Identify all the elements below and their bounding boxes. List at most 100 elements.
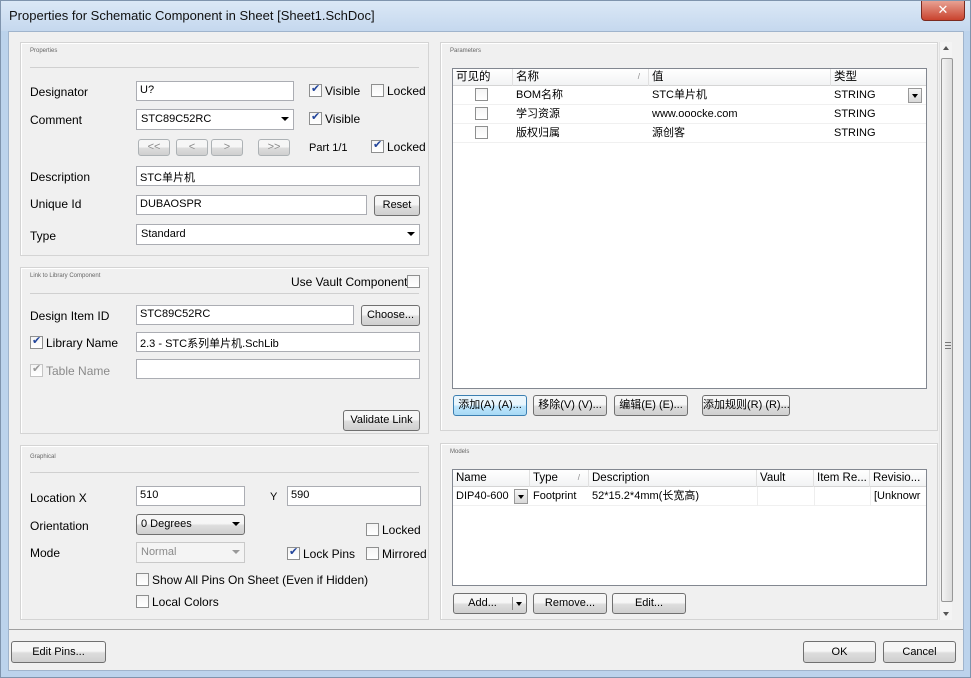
type-value: Standard — [141, 228, 186, 240]
models-grid[interactable]: Name Type / Description Vault Item Re... … — [452, 469, 927, 586]
lock-pins-checkbox[interactable] — [287, 545, 300, 560]
local-colors-checkbox[interactable] — [136, 595, 149, 608]
comment-visible-checkbox[interactable] — [309, 110, 322, 125]
use-vault-checkbox[interactable] — [407, 275, 420, 288]
dialog-window: Properties for Schematic Component in Sh… — [0, 0, 971, 678]
table-name-label: Table Name — [46, 364, 111, 378]
model-description: 52*15.2*4mm(长宽高) — [592, 490, 699, 502]
table-name-input[interactable] — [136, 359, 420, 379]
column-header-name[interactable]: Name — [453, 470, 530, 487]
row-visible-checkbox[interactable] — [475, 107, 488, 120]
sort-icon: / — [577, 473, 580, 482]
orientation-value: 0 Degrees — [141, 518, 192, 530]
table-row[interactable]: DIP40-600 Footprint 52*15.2*4mm(长宽高) [Un… — [453, 487, 926, 506]
vertical-scrollbar[interactable] — [939, 42, 953, 620]
add-parameter-button[interactable]: 添加(A) (A)... — [453, 395, 527, 416]
comment-value: STC89C52RC — [141, 113, 212, 125]
parameters-grid[interactable]: 可见的 名称 / 值 类型 BOM名称 STC单片机 STRING 学习资源 ww… — [452, 68, 927, 389]
part-locked-checkbox[interactable] — [371, 138, 384, 153]
location-x-input[interactable]: 510 — [136, 486, 245, 506]
scroll-down-icon[interactable] — [943, 612, 949, 616]
table-row[interactable]: BOM名称 STC单片机 STRING — [453, 86, 926, 105]
reset-button[interactable]: Reset — [374, 195, 420, 216]
designator-visible-checkbox[interactable] — [309, 82, 322, 97]
column-header-vault[interactable]: Vault — [757, 470, 814, 487]
orientation-label: Orientation — [30, 519, 89, 533]
ok-button[interactable]: OK — [803, 641, 876, 663]
close-button[interactable]: ✕ — [921, 1, 965, 21]
edit-pins-button[interactable]: Edit Pins... — [11, 641, 106, 663]
validate-link-button[interactable]: Validate Link — [343, 410, 420, 431]
first-part-button[interactable]: << — [138, 139, 170, 156]
column-header-item-revision[interactable]: Item Re... — [814, 470, 870, 487]
show-all-pins-checkbox[interactable] — [136, 573, 149, 586]
use-vault-label: Use Vault Component — [291, 275, 408, 289]
column-header-type[interactable]: Type / — [530, 470, 589, 487]
unique-id-label: Unique Id — [30, 197, 82, 211]
column-header-value[interactable]: 值 — [649, 69, 831, 86]
last-part-button[interactable]: >> — [258, 139, 290, 156]
column-header-description[interactable]: Description — [589, 470, 757, 487]
location-y-input[interactable]: 590 — [287, 486, 421, 506]
chevron-down-icon[interactable] — [516, 602, 522, 606]
comment-label: Comment — [30, 113, 83, 127]
column-header-revision[interactable]: Revisio... — [870, 470, 927, 487]
parameters-section-title: Parameters — [450, 48, 482, 54]
scrollbar-thumb[interactable] — [941, 58, 953, 602]
title-bar[interactable]: Properties for Schematic Component in Sh… — [1, 1, 970, 31]
table-row[interactable]: 学习资源 www.ooocke.com STRING — [453, 105, 926, 124]
remove-model-button[interactable]: Remove... — [533, 593, 607, 614]
add-model-button[interactable]: Add... — [453, 593, 527, 614]
library-name-input[interactable]: 2.3 - STC系列单片机.SchLib — [136, 332, 420, 352]
column-header-visible[interactable]: 可见的 — [453, 69, 513, 86]
edit-model-button[interactable]: Edit... — [612, 593, 686, 614]
next-part-button[interactable]: > — [211, 139, 243, 156]
column-header-name[interactable]: 名称 / — [513, 69, 649, 86]
add-model-label: Add... — [468, 597, 497, 609]
graphical-section-title: Graphical — [30, 454, 56, 460]
param-type: STRING — [834, 127, 876, 139]
comment-dropdown[interactable]: STC89C52RC — [136, 109, 294, 130]
param-value: www.ooocke.com — [652, 108, 738, 120]
chevron-down-icon — [912, 94, 918, 98]
locked-checkbox[interactable] — [366, 523, 379, 536]
designator-label: Designator — [30, 85, 89, 99]
column-header-type[interactable]: 类型 — [831, 69, 926, 86]
param-value: 源创客 — [652, 127, 685, 139]
design-item-id-input[interactable]: STC89C52RC — [136, 305, 354, 325]
table-name-checkbox[interactable] — [30, 362, 43, 377]
properties-panel: Properties Designator U? Visible Locked … — [20, 42, 429, 256]
divider — [30, 67, 419, 68]
chevron-down-icon — [232, 550, 240, 554]
mirrored-label: Mirrored — [382, 547, 427, 561]
row-visible-checkbox[interactable] — [475, 126, 488, 139]
edit-parameter-button[interactable]: 编辑(E) (E)... — [614, 395, 688, 416]
split-divider — [512, 597, 513, 610]
chevron-down-icon — [518, 495, 524, 499]
grip-icon — [945, 342, 951, 349]
remove-parameter-button[interactable]: 移除(V) (V)... — [533, 395, 607, 416]
add-rule-button[interactable]: 添加规则(R) (R)... — [702, 395, 790, 416]
part-indicator: Part 1/1 — [309, 142, 348, 154]
cancel-button[interactable]: Cancel — [883, 641, 956, 663]
type-dropdown[interactable]: Standard — [136, 224, 420, 245]
library-name-checkbox[interactable] — [30, 334, 43, 349]
scroll-up-icon[interactable] — [943, 46, 949, 50]
model-name-dropdown-button[interactable] — [514, 489, 528, 504]
location-y-label: Y — [270, 491, 278, 503]
unique-id-input[interactable]: DUBAOSPR — [136, 195, 367, 215]
table-row[interactable]: 版权归属 源创客 STRING — [453, 124, 926, 143]
part-locked-label: Locked — [387, 140, 426, 154]
mirrored-checkbox[interactable] — [366, 547, 379, 560]
type-dropdown-button[interactable] — [908, 88, 922, 103]
local-colors-label: Local Colors — [152, 595, 219, 609]
description-input[interactable]: STC单片机 — [136, 166, 420, 186]
choose-button[interactable]: Choose... — [361, 305, 420, 326]
mode-dropdown[interactable]: Normal — [136, 542, 245, 563]
row-visible-checkbox[interactable] — [475, 88, 488, 101]
previous-part-button[interactable]: < — [176, 139, 208, 156]
designator-input[interactable]: U? — [136, 81, 294, 101]
properties-section-title: Properties — [30, 48, 58, 54]
designator-locked-checkbox[interactable] — [371, 84, 384, 97]
orientation-dropdown[interactable]: 0 Degrees — [136, 514, 245, 535]
